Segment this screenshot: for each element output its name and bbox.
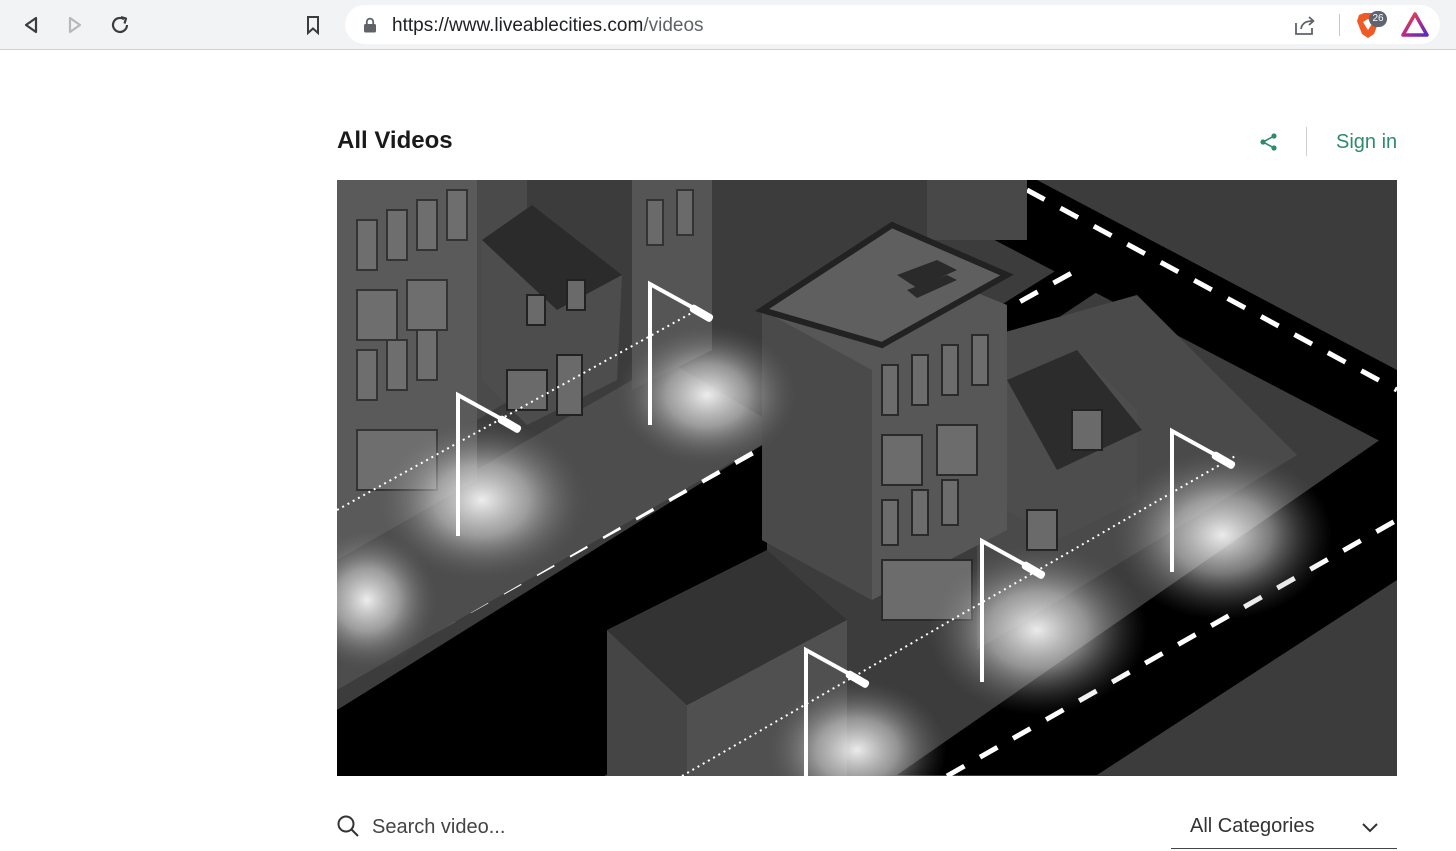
category-select-value: All Categories xyxy=(1190,815,1315,837)
brave-rewards-icon[interactable] xyxy=(1401,12,1429,38)
lock-icon xyxy=(364,17,376,33)
sign-in-link[interactable]: Sign in xyxy=(1336,131,1397,154)
url-text[interactable]: https://www.liveablecities.com/videos xyxy=(392,15,704,37)
search-input[interactable] xyxy=(372,810,932,844)
divider xyxy=(1339,14,1340,36)
reload-icon[interactable] xyxy=(105,10,135,40)
address-bar[interactable]: https://www.liveablecities.com/videos 26 xyxy=(345,5,1440,44)
search-icon xyxy=(337,815,359,837)
category-select[interactable]: All Categories xyxy=(1171,806,1397,849)
share-icon[interactable] xyxy=(1258,131,1280,153)
bookmark-icon[interactable] xyxy=(298,10,328,40)
city-street-illustration xyxy=(337,180,1397,776)
page-title: All Videos xyxy=(337,127,453,154)
chevron-down-icon xyxy=(1362,823,1378,833)
hero-illustration xyxy=(337,180,1397,776)
shields-count-badge: 26 xyxy=(1369,11,1387,27)
share-icon[interactable] xyxy=(1293,14,1317,36)
url-host: https://www.liveablecities.com xyxy=(392,15,644,36)
forward-icon[interactable] xyxy=(60,10,90,40)
header-divider xyxy=(1306,127,1307,156)
url-path: /videos xyxy=(643,15,704,36)
browser-toolbar: https://www.liveablecities.com/videos 26 xyxy=(0,0,1456,50)
back-icon[interactable] xyxy=(16,10,46,40)
